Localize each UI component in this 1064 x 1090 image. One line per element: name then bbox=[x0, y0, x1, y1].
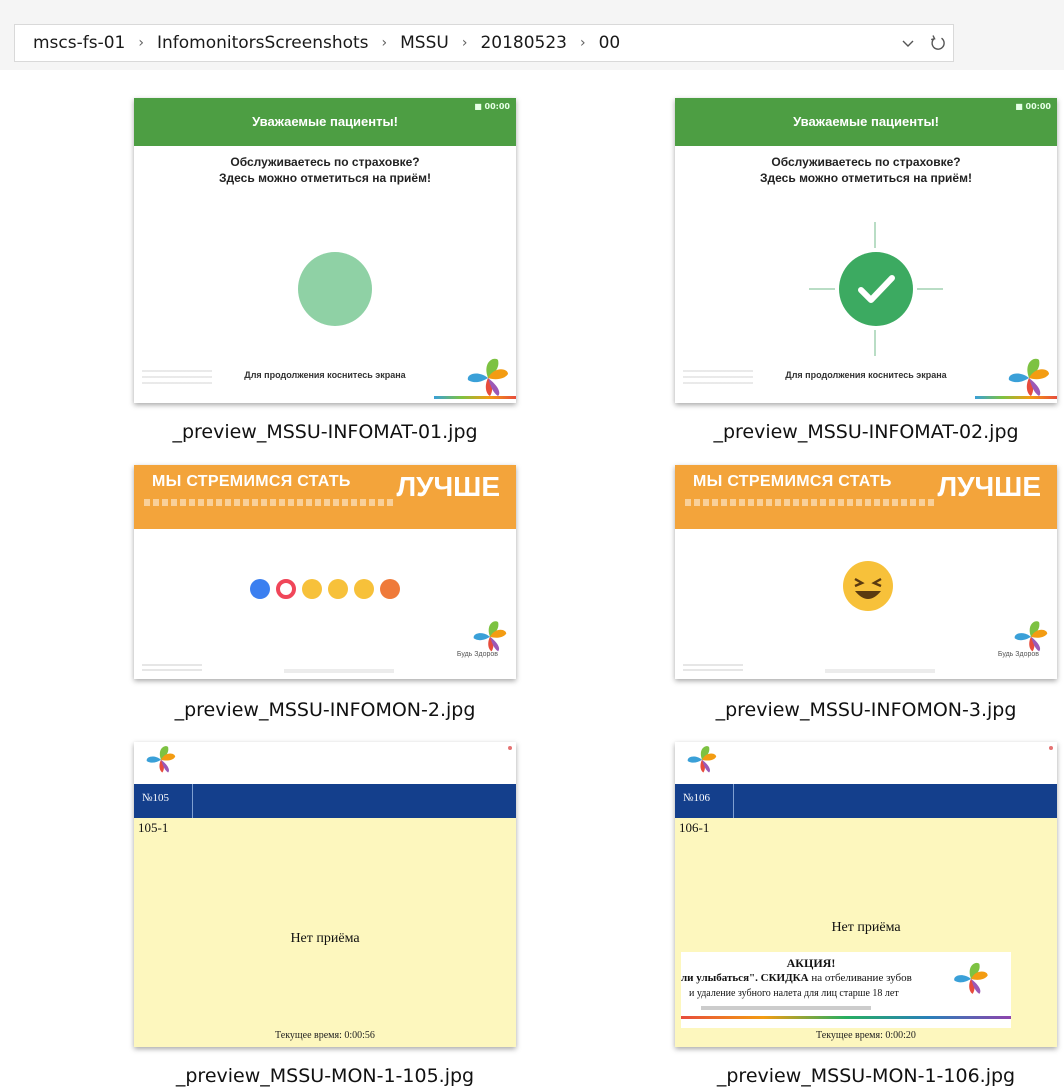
butterfly-logo-icon bbox=[473, 621, 507, 652]
promo-discount: СКИДКА bbox=[760, 972, 809, 984]
file-thumbnail[interactable]: Уважаемые пациенты! ■ 00:00 Обслуживаете… bbox=[134, 98, 516, 403]
wow-reaction-icon bbox=[328, 579, 348, 599]
file-name[interactable]: _preview_MSSU-MON-1-105.jpg bbox=[115, 1065, 535, 1087]
like-reaction-icon bbox=[250, 579, 270, 599]
thumb-top bbox=[134, 742, 516, 784]
refresh-button[interactable] bbox=[923, 25, 953, 61]
file-thumbnail[interactable]: №105 105-1 Нет приёма Текущее время: 0:0… bbox=[134, 742, 516, 1047]
breadcrumb-separator-icon[interactable]: › bbox=[382, 35, 388, 51]
indicator-line bbox=[917, 288, 943, 290]
breadcrumb-item[interactable]: mscs-fs-01 bbox=[33, 33, 125, 53]
room-sub: 105-1 bbox=[138, 820, 169, 835]
chevron-down-icon bbox=[902, 40, 914, 47]
promo-line: и удаление зубного налета для лиц старше… bbox=[689, 988, 899, 999]
address-bar-area: mscs-fs-01 › InfomonitorsScreenshots › M… bbox=[0, 0, 1064, 70]
thumb-footer: Для продолжения коснитесь экрана bbox=[785, 370, 947, 380]
thumb-slogan-big: ЛУЧШЕ bbox=[396, 471, 500, 502]
thumb-fine-print bbox=[284, 669, 394, 673]
breadcrumb-item[interactable]: MSSU bbox=[400, 33, 449, 53]
butterfly-logo-icon bbox=[146, 746, 176, 773]
thumb-text: Обслуживаетесь по страховке? bbox=[230, 155, 420, 169]
band-divider bbox=[192, 784, 193, 818]
haha-reaction-icon bbox=[302, 579, 322, 599]
thumb-brand-mark: Будь Здоров bbox=[456, 651, 498, 658]
thumb-fine-print bbox=[142, 661, 202, 673]
current-time: Текущее время: 0:00:20 bbox=[816, 1030, 916, 1041]
thumb-slogan: МЫ СТРЕМИМСЯ СТАТЬ bbox=[693, 473, 892, 490]
promo-text: на отбеливание зубов bbox=[808, 972, 912, 984]
sad-reaction-icon bbox=[354, 579, 374, 599]
breadcrumb-item[interactable]: 20180523 bbox=[480, 33, 567, 53]
file-name[interactable]: _preview_MSSU-INFOMON-2.jpg bbox=[115, 699, 535, 721]
butterfly-logo-icon bbox=[687, 746, 717, 773]
thumb-text: Здесь можно отметиться на приём! bbox=[760, 171, 972, 185]
thumb-footer: Для продолжения коснитесь экрана bbox=[244, 370, 406, 380]
thumb-clock: ■ 00:00 bbox=[1015, 102, 1051, 111]
laughing-emoji-icon bbox=[843, 561, 893, 611]
promo-title: АКЦИЯ! bbox=[786, 956, 836, 970]
breadcrumb-item[interactable]: 00 bbox=[599, 33, 621, 53]
laughing-face-icon bbox=[854, 577, 882, 599]
indicator-line bbox=[874, 330, 876, 356]
butterfly-logo-icon bbox=[467, 358, 508, 396]
butterfly-logo-icon bbox=[1014, 621, 1048, 652]
no-reception-text: Нет приёма bbox=[290, 931, 360, 946]
breadcrumb-separator-icon[interactable]: › bbox=[138, 35, 144, 51]
room-sub: 106-1 bbox=[679, 820, 710, 835]
promo-text: ли улыбаться". bbox=[681, 972, 761, 984]
thumb-text: Здесь можно отметиться на приём! bbox=[219, 171, 431, 185]
no-reception-text: Нет приёма bbox=[831, 920, 901, 935]
thumb-top bbox=[675, 742, 1057, 784]
promo-fine-print bbox=[701, 1006, 871, 1010]
indicator-line bbox=[809, 288, 835, 290]
thumb-text: Обслуживаетесь по страховке? bbox=[771, 155, 961, 169]
thumb-slogan-big: ЛУЧШЕ bbox=[937, 471, 1041, 502]
color-strip bbox=[975, 396, 1057, 399]
band-divider bbox=[733, 784, 734, 818]
reaction-row bbox=[134, 579, 516, 599]
file-thumbnail[interactable]: МЫ СТРЕМИМСЯ СТАТЬ ЛУЧШЕ Будь Здоров bbox=[134, 465, 516, 679]
address-bar[interactable]: mscs-fs-01 › InfomonitorsScreenshots › M… bbox=[14, 24, 954, 62]
file-name[interactable]: _preview_MSSU-INFOMAT-02.jpg bbox=[656, 421, 1064, 443]
thumb-fine-print bbox=[825, 669, 935, 673]
file-name[interactable]: _preview_MSSU-MON-1-106.jpg bbox=[656, 1065, 1064, 1087]
angry-reaction-icon bbox=[380, 579, 400, 599]
file-thumbnail[interactable]: Уважаемые пациенты! ■ 00:00 Обслуживаете… bbox=[675, 98, 1057, 403]
love-reaction-icon bbox=[276, 579, 296, 599]
thumb-header: Уважаемые пациенты! bbox=[134, 98, 516, 146]
history-dropdown-button[interactable] bbox=[893, 25, 923, 61]
color-strip bbox=[434, 396, 516, 399]
indicator-line bbox=[874, 222, 876, 248]
status-circle bbox=[298, 252, 372, 326]
breadcrumb-separator-icon[interactable]: › bbox=[580, 35, 586, 51]
promo-banner: АКЦИЯ! ли улыбаться". СКИДКА на отбелива… bbox=[681, 952, 1011, 1028]
thumb-header: Уважаемые пациенты! bbox=[675, 98, 1057, 146]
thumb-subtitle bbox=[685, 499, 935, 506]
refresh-icon bbox=[931, 35, 945, 50]
file-thumbnail[interactable]: МЫ СТРЕМИМСЯ СТАТЬ ЛУЧШЕ Будь Здоров bbox=[675, 465, 1057, 679]
file-thumbnail[interactable]: №106 106-1 Нет приёма АКЦИЯ! ли улыбатьс… bbox=[675, 742, 1057, 1047]
file-name[interactable]: _preview_MSSU-INFOMON-3.jpg bbox=[656, 699, 1064, 721]
thumb-brand-mark: Будь Здоров bbox=[997, 651, 1039, 658]
current-time: Текущее время: 0:00:56 bbox=[275, 1030, 375, 1041]
thumb-slogan: МЫ СТРЕМИМСЯ СТАТЬ bbox=[152, 473, 351, 490]
breadcrumb-item[interactable]: InfomonitorsScreenshots bbox=[157, 33, 369, 53]
thumb-clock: ■ 00:00 bbox=[474, 102, 510, 111]
thumb-fine-print bbox=[683, 661, 743, 673]
room-number: №106 bbox=[683, 792, 710, 804]
file-name[interactable]: _preview_MSSU-INFOMAT-01.jpg bbox=[115, 421, 535, 443]
checkmark-icon bbox=[858, 275, 895, 303]
status-dot bbox=[508, 746, 512, 750]
promo-color-bar bbox=[681, 1016, 1011, 1019]
check-circle-icon bbox=[839, 252, 913, 326]
promo-line: ли улыбаться". СКИДКА на отбеливание зуб… bbox=[681, 972, 912, 984]
breadcrumb-separator-icon[interactable]: › bbox=[462, 35, 468, 51]
room-number: №105 bbox=[142, 792, 169, 804]
thumb-subtitle bbox=[144, 499, 394, 506]
butterfly-logo-icon bbox=[954, 962, 988, 994]
status-dot bbox=[1049, 746, 1053, 750]
butterfly-logo-icon bbox=[1008, 358, 1049, 396]
